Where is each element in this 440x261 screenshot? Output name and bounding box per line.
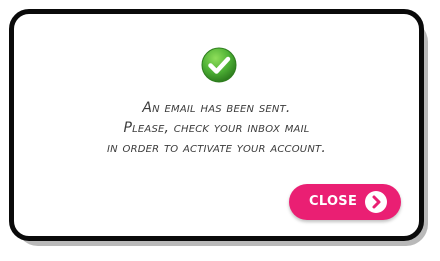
close-button[interactable]: CLOSE xyxy=(289,184,401,220)
message-line: Please, check your inbox mail xyxy=(123,120,310,136)
confirmation-dialog: An email has been sent. Please, check yo… xyxy=(9,9,424,241)
close-button-label: CLOSE xyxy=(309,194,358,209)
message-line: in order to activate your account. xyxy=(107,140,326,156)
confirmation-message: An email has been sent. Please, check yo… xyxy=(14,98,419,158)
check-circle-icon xyxy=(201,47,237,83)
chevron-right-circle-icon xyxy=(365,191,387,213)
message-line: An email has been sent. xyxy=(142,100,291,116)
